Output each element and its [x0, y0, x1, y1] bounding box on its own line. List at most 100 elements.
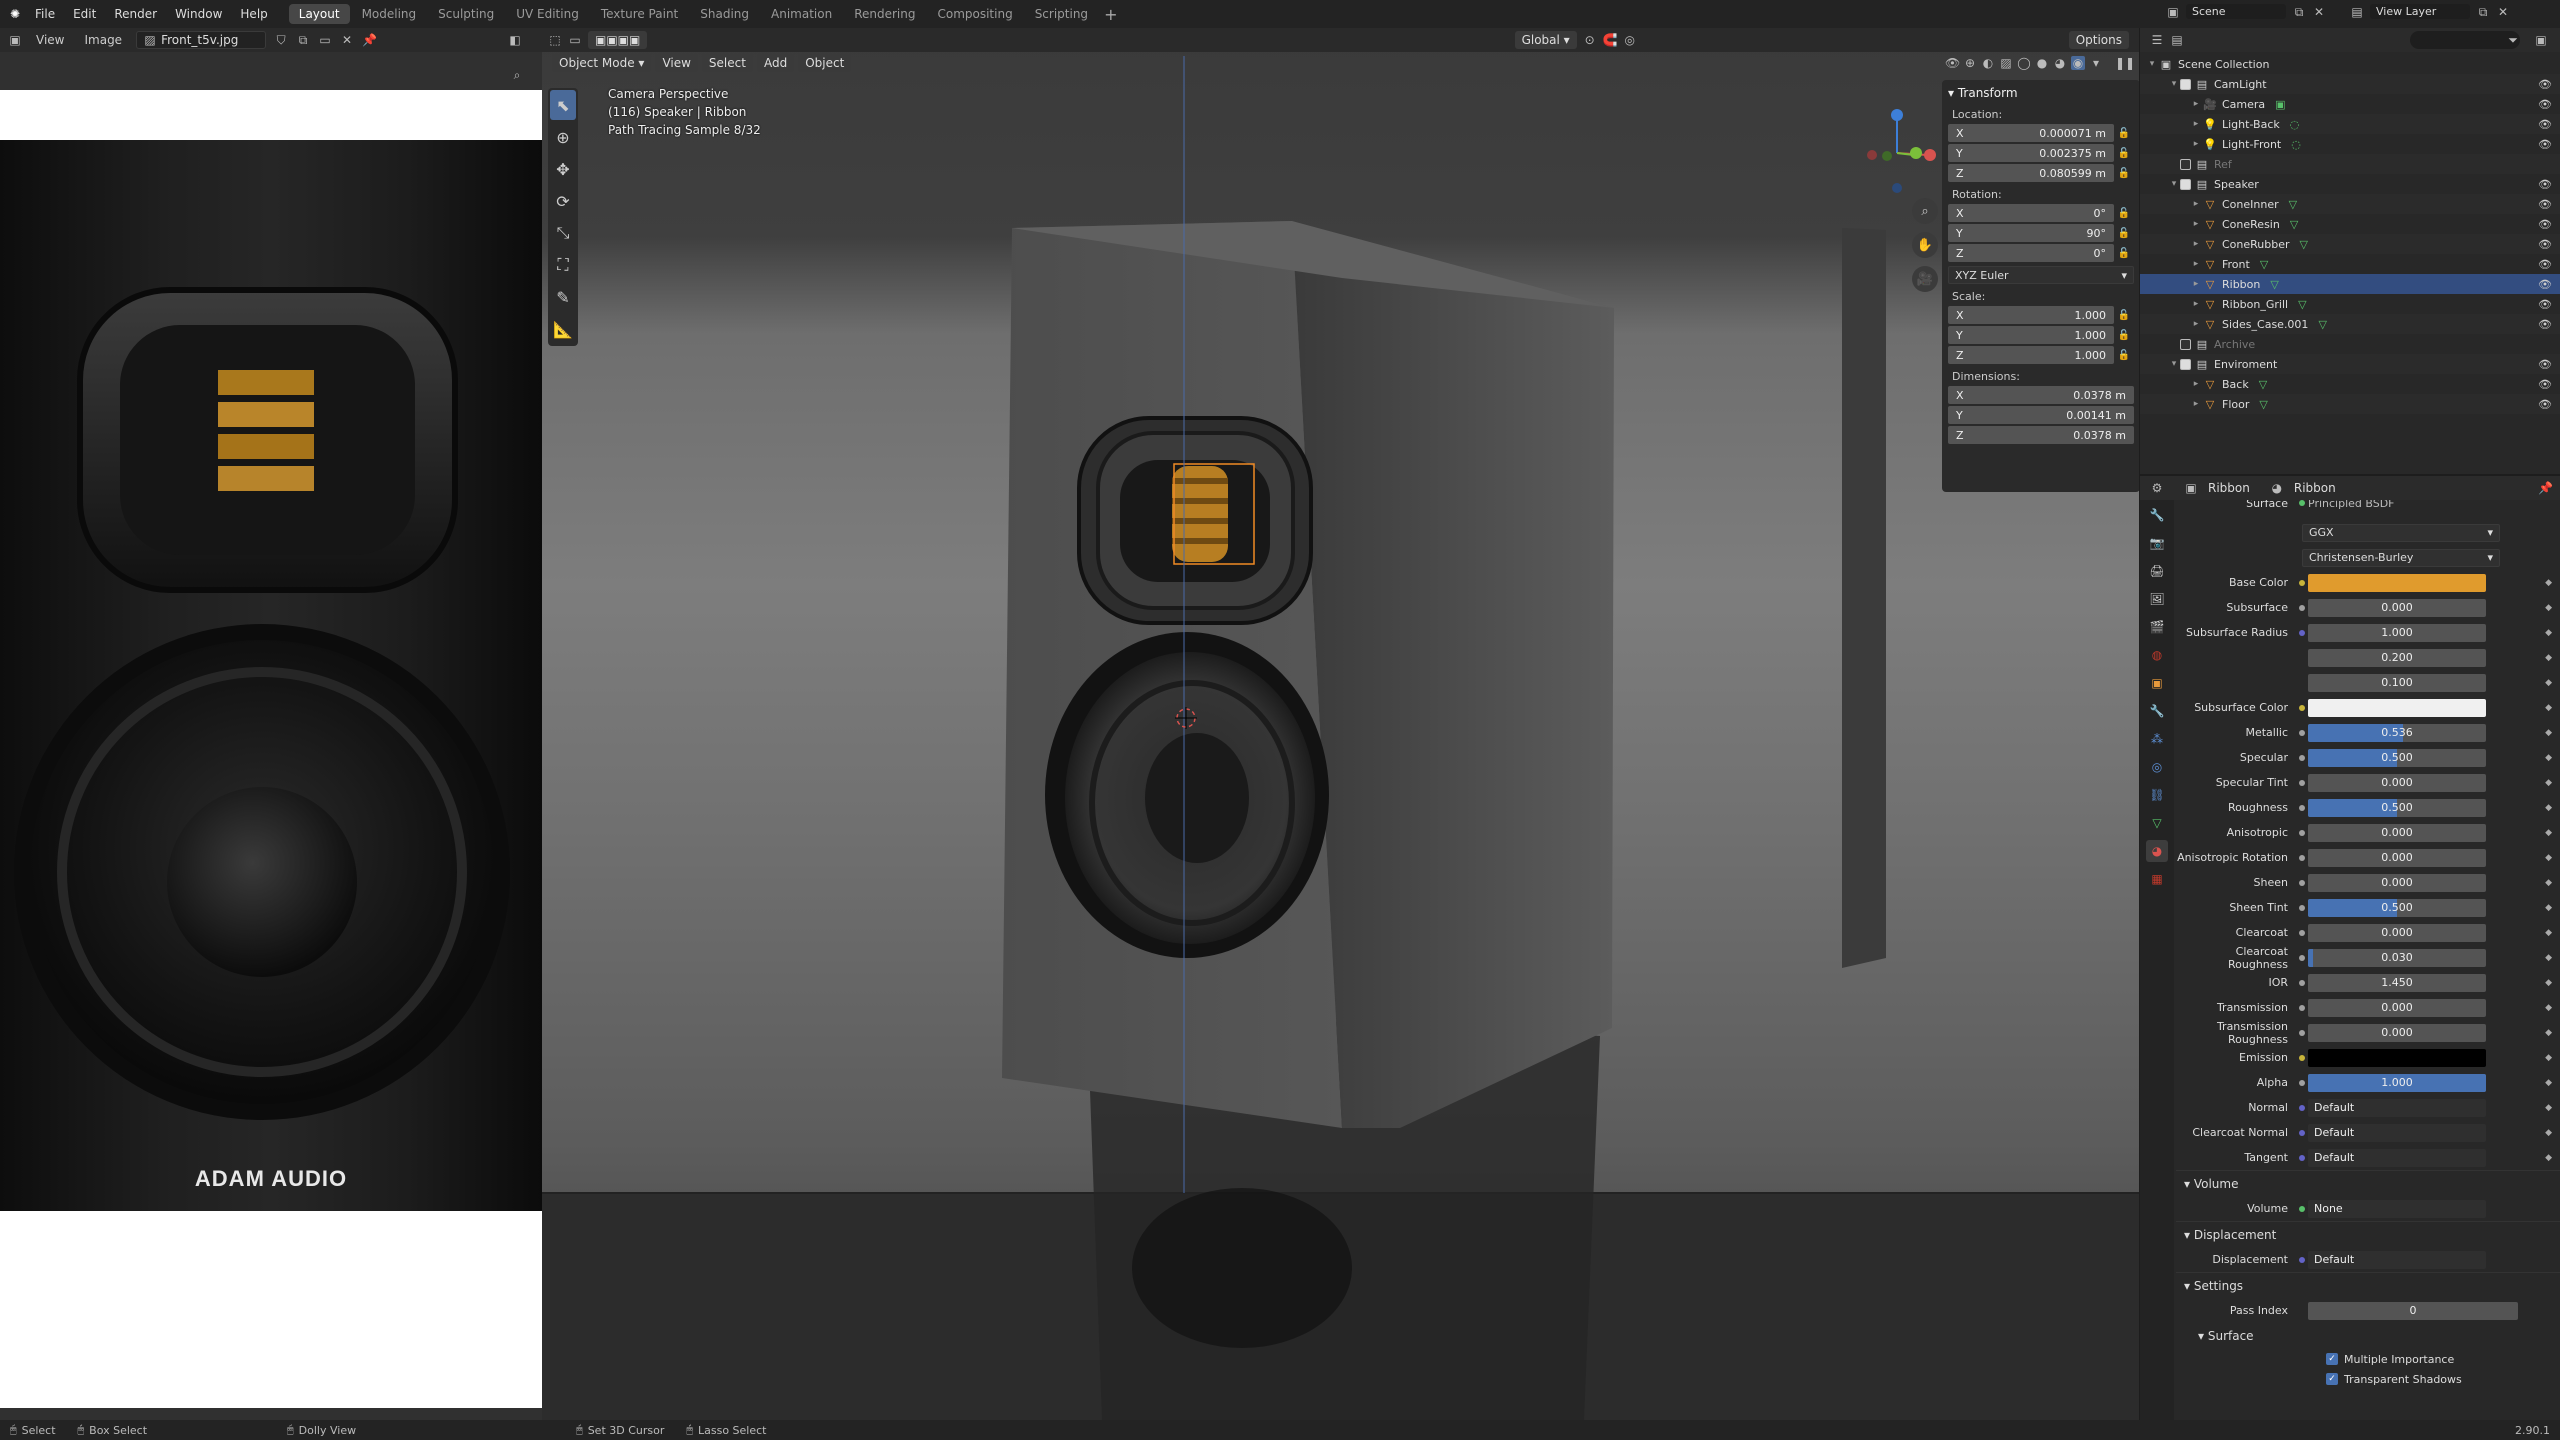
keyframe-icon[interactable]: ◆	[2545, 1103, 2552, 1113]
socket-dot[interactable]	[2296, 1029, 2308, 1036]
mesh-data-icon[interactable]: ▽	[2289, 198, 2297, 211]
3d-viewport[interactable]: ⬚ ▭ ▣▣▣▣ Global ▾ ⊙ 🧲 ◎ Options Object M…	[542, 28, 2139, 1420]
prop-value-sheen-tint[interactable]: 0.500	[2308, 898, 2486, 917]
surface-shader[interactable]: Principled BSDF	[2308, 500, 2395, 510]
socket-dot[interactable]	[2296, 729, 2308, 736]
socket-dot[interactable]	[2296, 929, 2308, 936]
socket-dot[interactable]	[2296, 879, 2308, 886]
prop-value-subsurface-color[interactable]	[2308, 698, 2486, 717]
eye-icon[interactable]: 👁	[2538, 198, 2552, 211]
outliner-editor-type-icon[interactable]: ☰	[2150, 33, 2164, 47]
editor-type-icon[interactable]: ▣	[8, 33, 22, 47]
eye-icon[interactable]: 👁	[2538, 358, 2552, 371]
remove-scene-icon[interactable]: ✕	[2312, 5, 2326, 19]
data-tab-icon[interactable]: ▽	[2146, 812, 2168, 834]
gizmo-toggle-icon[interactable]: ⊕	[1963, 56, 1977, 70]
socket-dot[interactable]	[2296, 1004, 2308, 1011]
outliner-row-front[interactable]: ▸ ▽ Front ▽ 👁	[2140, 254, 2560, 274]
location-x-field[interactable]: X 0.000071 m	[1948, 124, 2114, 142]
prop-value-metallic[interactable]: 0.536	[2308, 723, 2486, 742]
socket-dot[interactable]	[2296, 1129, 2308, 1136]
outliner-search-input[interactable]	[2410, 31, 2520, 49]
keyframe-icon[interactable]: ◆	[2545, 1128, 2552, 1138]
mode-dropdown[interactable]: Object Mode ▾	[552, 54, 652, 72]
eye-icon[interactable]: 👁	[2538, 178, 2552, 191]
view-layer-icon[interactable]: ▤	[2350, 5, 2364, 19]
xray-icon[interactable]: ▨	[1999, 56, 2013, 70]
image-menu[interactable]: Image	[78, 33, 128, 47]
surface-subsection[interactable]: ▾ Surface	[2176, 1323, 2560, 1349]
viewport-editor-type-icon[interactable]: ⬚	[548, 33, 562, 47]
keyframe-icon[interactable]: ◆	[2545, 1003, 2552, 1013]
expand-icon[interactable]: ▸	[2190, 199, 2202, 209]
new-collection-icon[interactable]: ▣	[2534, 33, 2548, 47]
keyframe-icon[interactable]: ◆	[2545, 578, 2552, 588]
socket-dot[interactable]	[2296, 579, 2308, 586]
prop-value-tangent[interactable]: Default	[2308, 1148, 2486, 1167]
prop-value-transmission[interactable]: 0.000	[2308, 998, 2486, 1017]
keyframe-icon[interactable]: ◆	[2545, 703, 2552, 713]
expand-icon[interactable]: ▾	[2168, 179, 2180, 189]
mesh-data-icon[interactable]: ▽	[2318, 318, 2326, 331]
socket-dot[interactable]	[2296, 1154, 2308, 1161]
dimensions-y-field[interactable]: Y 0.00141 m	[1948, 406, 2134, 424]
lock-icon[interactable]: 🔓	[2114, 330, 2134, 341]
prop-value-subsurface-radius[interactable]: 1.000	[2308, 623, 2486, 642]
prop-value-specular-tint[interactable]: 0.000	[2308, 773, 2486, 792]
wireframe-shading-icon[interactable]: ◯	[2017, 56, 2031, 70]
zoom-view-icon[interactable]: ⌕	[1912, 198, 1938, 224]
transparent-shadows-checkbox[interactable]: ✓ Transparent Shadows	[2176, 1369, 2560, 1389]
include-checkbox[interactable]	[2180, 358, 2191, 370]
socket-dot[interactable]	[2296, 604, 2308, 611]
view-layer-name[interactable]: View Layer	[2370, 4, 2470, 19]
socket-dot[interactable]	[2296, 779, 2308, 786]
socket-dot[interactable]	[2296, 1104, 2308, 1111]
prop-value-sub-4[interactable]: 0.100	[2308, 673, 2486, 692]
lock-icon[interactable]: 🔓	[2114, 128, 2134, 139]
outliner-row-camlight[interactable]: ▾ ▤ CamLight 👁	[2140, 74, 2560, 94]
viewport-menu-select[interactable]: Select	[701, 54, 753, 72]
select-box-icon[interactable]: ▭	[568, 33, 582, 47]
pan-view-icon[interactable]: ✋	[1912, 232, 1938, 258]
particles-tab-icon[interactable]: ⁂	[2146, 728, 2168, 750]
zoom-icon[interactable]: ⌕	[510, 68, 524, 82]
outliner-row-speaker[interactable]: ▾ ▤ Speaker 👁	[2140, 174, 2560, 194]
keyframe-icon[interactable]: ◆	[2545, 878, 2552, 888]
lock-icon[interactable]: 🔓	[2114, 168, 2134, 179]
socket-dot[interactable]	[2296, 954, 2308, 961]
outliner-row-floor[interactable]: ▸ ▽ Floor ▽ 👁	[2140, 394, 2560, 414]
prop-value-emission[interactable]	[2308, 1048, 2486, 1067]
socket-dot[interactable]	[2296, 1079, 2308, 1086]
outliner-row-conerubber[interactable]: ▸ ▽ ConeRubber ▽ 👁	[2140, 234, 2560, 254]
annotate-tool-icon[interactable]: ✎	[550, 282, 576, 312]
expand-icon[interactable]: ▸	[2190, 299, 2202, 309]
outliner-row-archive[interactable]: ▤ Archive	[2140, 334, 2560, 354]
socket-dot[interactable]	[2296, 754, 2308, 761]
outliner-row-light-front[interactable]: ▸ 💡 Light-Front ◌ 👁	[2140, 134, 2560, 154]
open-image-icon[interactable]: ▭	[318, 33, 332, 47]
transform-tool-icon[interactable]: ⛶	[550, 250, 576, 280]
lock-icon[interactable]: 🔓	[2114, 310, 2134, 321]
settings-section[interactable]: ▾ Settings	[2176, 1272, 2560, 1298]
prop-value-roughness[interactable]: 0.500	[2308, 798, 2486, 817]
menu-file[interactable]: File	[26, 0, 64, 28]
world-tab-icon[interactable]: ◍	[2146, 644, 2168, 666]
outliner-row-sides-case-001[interactable]: ▸ ▽ Sides_Case.001 ▽ 👁	[2140, 314, 2560, 334]
volume-section[interactable]: ▾ Volume	[2176, 1170, 2560, 1196]
prop-value-anisotropic-rotation[interactable]: 0.000	[2308, 848, 2486, 867]
eye-icon[interactable]: 👁	[2538, 118, 2552, 131]
tab-uv-editing[interactable]: UV Editing	[506, 4, 589, 24]
navigation-gizmo[interactable]	[1852, 83, 1942, 193]
prop-value-normal[interactable]: Default	[2308, 1098, 2486, 1117]
lock-icon[interactable]: 🔓	[2114, 208, 2134, 219]
copy-scene-icon[interactable]: ⧉	[2292, 5, 2306, 19]
keyframe-icon[interactable]: ◆	[2545, 828, 2552, 838]
overlay-toggle-icon[interactable]: ◐	[1981, 56, 1995, 70]
displacement-input[interactable]: Default	[2308, 1250, 2486, 1269]
scale-y-field[interactable]: Y 1.000	[1948, 326, 2114, 344]
expand-icon[interactable]: ▸	[2190, 99, 2202, 109]
tab-layout[interactable]: Layout	[288, 4, 350, 24]
prop-value-specular[interactable]: 0.500	[2308, 748, 2486, 767]
rotate-tool-icon[interactable]: ⟳	[550, 186, 576, 216]
add-workspace-icon[interactable]: +	[1104, 5, 1117, 24]
